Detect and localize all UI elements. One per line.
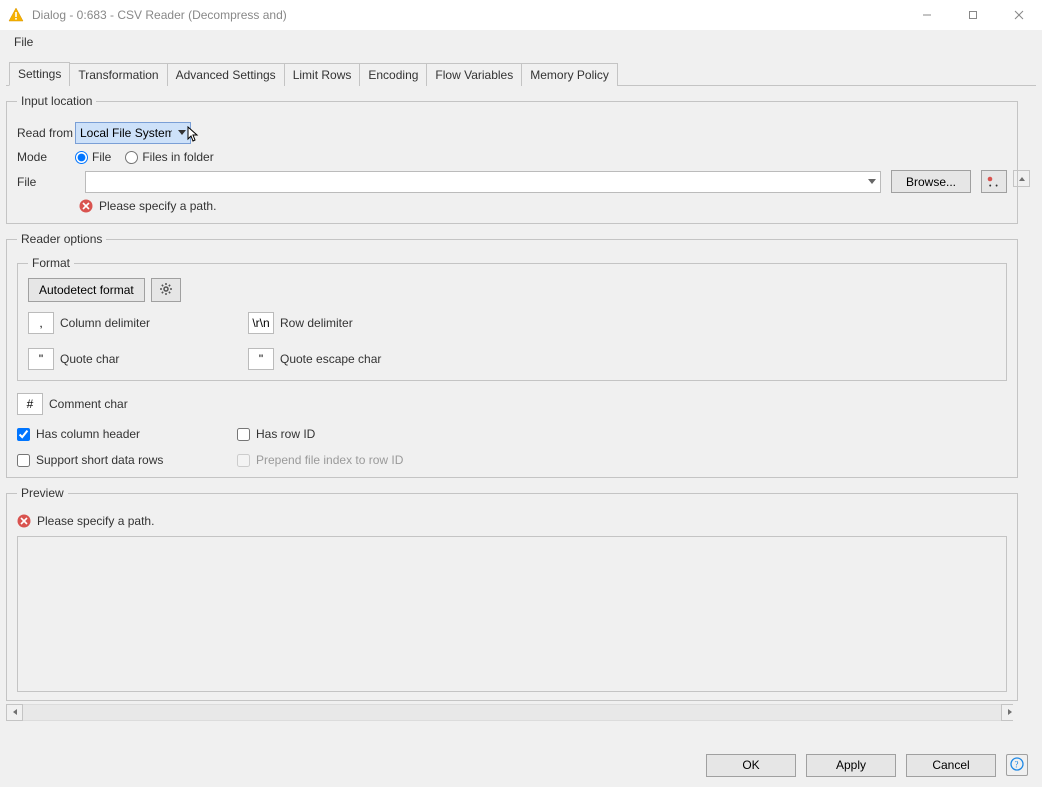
tab-strip: Settings Transformation Advanced Setting… [6,60,1036,86]
has-row-id-checkbox[interactable]: Has row ID [237,427,497,441]
browse-button[interactable]: Browse... [891,170,971,193]
has-row-id-label: Has row ID [256,427,315,441]
legend-preview: Preview [17,486,68,500]
tab-settings[interactable]: Settings [9,62,70,86]
input-location-error-text: Please specify a path. [99,199,216,213]
has-column-header-label: Has column header [36,427,140,441]
tab-transformation[interactable]: Transformation [69,63,167,86]
mode-files-in-folder-radio[interactable]: Files in folder [125,150,213,164]
help-button[interactable]: ? [1006,754,1028,776]
ok-button[interactable]: OK [706,754,796,777]
row-delimiter-input[interactable] [248,312,274,334]
preview-error-text: Please specify a path. [37,514,154,528]
error-icon [17,514,31,528]
menu-file[interactable]: File [8,33,39,51]
autodetect-settings-button[interactable] [151,278,181,302]
column-delimiter-label: Column delimiter [60,316,150,330]
read-from-label: Read from [17,126,75,140]
quote-escape-char-label: Quote escape char [280,352,381,366]
file-path-input[interactable] [85,171,881,193]
column-delimiter-input[interactable] [28,312,54,334]
legend-reader-options: Reader options [17,232,106,246]
support-short-data-rows-checkbox[interactable]: Support short data rows [17,453,207,467]
group-input-location: Input location Read from Local File Syst… [6,94,1018,224]
close-button[interactable] [996,0,1042,30]
prepend-file-index-checkbox: Prepend file index to row ID [237,453,497,467]
apply-button[interactable]: Apply [806,754,896,777]
svg-text:•_•: •_• [989,183,998,189]
app-icon [8,7,24,23]
prepend-file-index-label: Prepend file index to row ID [256,453,403,467]
quote-escape-char-input[interactable] [248,348,274,370]
comment-char-label: Comment char [49,397,128,411]
autodetect-format-button[interactable]: Autodetect format [28,278,145,302]
preview-table [17,536,1007,692]
flow-variable-button[interactable]: •_• [981,170,1007,193]
help-icon: ? [1010,757,1024,774]
tab-encoding[interactable]: Encoding [359,63,427,86]
gear-icon [159,282,173,299]
horizontal-scrollbar[interactable] [6,703,1018,721]
dialog-footer: OK Apply Cancel ? [0,743,1042,787]
tab-flow-variables[interactable]: Flow Variables [426,63,522,86]
file-label: File [17,175,75,189]
row-delimiter-label: Row delimiter [280,316,353,330]
cancel-button[interactable]: Cancel [906,754,996,777]
menu-bar: File [0,30,1042,54]
tab-limit-rows[interactable]: Limit Rows [284,63,361,86]
support-short-data-rows-label: Support short data rows [36,453,163,467]
scroll-left-icon[interactable] [6,704,23,721]
tab-advanced-settings[interactable]: Advanced Settings [167,63,285,86]
comment-char-input[interactable] [17,393,43,415]
title-bar: Dialog - 0:683 - CSV Reader (Decompress … [0,0,1042,30]
error-icon [79,199,93,213]
mode-file-radio[interactable]: File [75,150,111,164]
mode-file-label: File [92,150,111,164]
group-format: Format Autodetect format Column delimi [17,256,1007,381]
group-reader-options: Reader options Format Autodetect format [6,232,1018,478]
tab-memory-policy[interactable]: Memory Policy [521,63,618,86]
has-column-header-checkbox[interactable]: Has column header [17,427,207,441]
legend-input-location: Input location [17,94,96,108]
minimize-button[interactable] [904,0,950,30]
quote-char-label: Quote char [60,352,119,366]
mode-files-in-folder-label: Files in folder [142,150,213,164]
svg-text:?: ? [1015,759,1019,769]
quote-char-input[interactable] [28,348,54,370]
maximize-button[interactable] [950,0,996,30]
read-from-select[interactable]: Local File System [75,122,191,144]
window-title: Dialog - 0:683 - CSV Reader (Decompress … [32,8,287,22]
mode-label: Mode [17,150,75,164]
legend-format: Format [28,256,74,270]
group-preview: Preview Please specify a path. [6,486,1018,701]
